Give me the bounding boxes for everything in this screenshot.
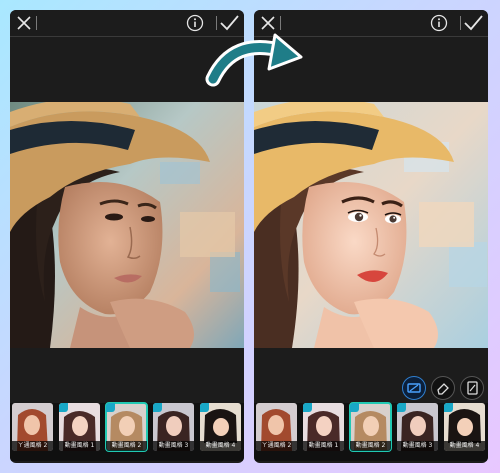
person-badge-icon <box>153 403 162 412</box>
original-photo <box>10 102 244 348</box>
filter-label: 動畫風格 4 <box>200 441 241 451</box>
filter-thumb[interactable]: 動畫風格 4 <box>444 403 485 451</box>
filter-label: ㄚ通風格 2 <box>12 441 53 451</box>
filter-thumb[interactable]: 動畫風格 4 <box>200 403 241 451</box>
person-badge-icon <box>303 403 312 412</box>
filter-label: 動畫風格 3 <box>397 441 438 451</box>
info-icon[interactable] <box>186 14 204 32</box>
divider <box>36 16 37 30</box>
info-icon[interactable] <box>430 14 448 32</box>
filter-label: 動畫風格 2 <box>350 441 391 451</box>
anime-result-photo <box>254 102 488 348</box>
person-badge-icon <box>444 403 453 412</box>
filter-label: 動畫風格 2 <box>106 441 147 451</box>
filter-thumb-selected[interactable]: 動畫風格 2 <box>105 402 148 452</box>
filter-thumb[interactable]: 動畫風格 3 <box>397 403 438 451</box>
filter-label: 動畫風格 4 <box>444 441 485 451</box>
transition-arrow-icon <box>205 33 303 87</box>
person-badge-icon <box>59 403 68 412</box>
filter-strip: ㄚ通風格 2 動畫風格 1 動畫風格 2 動畫風格 3 動畫風格 4 <box>10 402 244 461</box>
filter-thumb[interactable]: ㄚ通風格 2 <box>256 403 297 451</box>
filter-label: 動畫風格 3 <box>153 441 194 451</box>
divider <box>460 16 461 30</box>
eraser-icon[interactable] <box>431 376 455 400</box>
compare-icon[interactable] <box>460 376 484 400</box>
person-badge-icon <box>200 403 209 412</box>
style-icon[interactable] <box>402 376 426 400</box>
filter-thumb-selected[interactable]: 動畫風格 2 <box>349 402 392 452</box>
filter-label: 動畫風格 1 <box>303 441 344 451</box>
filter-strip: ㄚ通風格 2 動畫風格 1 動畫風格 2 動畫風格 3 動畫風格 4 <box>254 402 488 461</box>
tool-buttons <box>402 376 484 400</box>
filter-thumb[interactable]: 動畫風格 1 <box>303 403 344 451</box>
filter-label: 動畫風格 1 <box>59 441 100 451</box>
check-icon[interactable] <box>462 13 484 33</box>
filter-label: ㄚ通風格 2 <box>256 441 297 451</box>
person-badge-icon <box>350 403 359 412</box>
filter-thumb[interactable]: 動畫風格 3 <box>153 403 194 451</box>
close-icon[interactable] <box>14 13 34 33</box>
person-badge-icon <box>106 403 115 412</box>
person-badge-icon <box>397 403 406 412</box>
filter-thumb[interactable]: 動畫風格 1 <box>59 403 100 451</box>
filter-thumb[interactable]: ㄚ通風格 2 <box>12 403 53 451</box>
